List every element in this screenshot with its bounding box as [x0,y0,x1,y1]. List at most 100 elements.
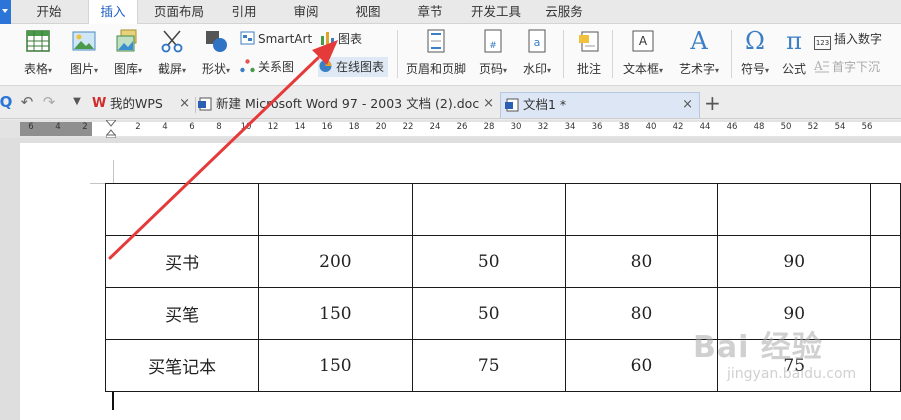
table-cell[interactable] [564,183,719,236]
close-icon[interactable]: × [483,92,494,116]
close-icon[interactable]: × [682,93,693,117]
drop-cap-button[interactable]: A 首字下沉 [814,57,880,77]
wordart-button[interactable]: A 艺术字▾ [672,24,726,86]
shape-button[interactable]: 形状▾ [194,24,238,86]
ruler-tick: 20 [375,122,387,132]
header-footer-button[interactable]: 页眉和页脚 [404,24,468,86]
menu-tab-developer[interactable]: 开发工具 [466,0,526,24]
new-tab-button[interactable]: + [704,91,721,115]
picture-icon [72,31,96,51]
ribbon-separator [563,30,564,78]
gallery-icon [116,29,137,52]
table-cell[interactable]: 150 [258,339,413,392]
menu-tab-view[interactable]: 视图 [346,0,390,24]
svg-text:#: # [489,41,497,51]
chart-button[interactable]: 图表 [320,29,362,49]
table-cell[interactable]: 50 [411,235,566,288]
pi-icon: π [786,27,802,55]
table-cell[interactable] [870,235,901,288]
redo-icon[interactable]: ↷ [40,93,58,111]
ruler-tick: 4 [162,122,168,132]
online-chart-button[interactable]: 在线图表 [318,57,389,77]
menu-tab-section[interactable]: 章节 [408,0,452,24]
indent-marker[interactable] [106,120,116,138]
table-button[interactable]: 表格▾ [16,24,60,86]
margin-guide [113,160,114,184]
ruler-tick: 28 [483,122,495,132]
menu-tab-review[interactable]: 审阅 [284,0,328,24]
table-row: 买书 200 50 80 90 [104,235,901,288]
magnifier-icon[interactable]: Q [0,93,15,111]
table-icon [26,30,50,52]
picture-button[interactable]: 图片▾ [64,24,104,86]
table-cell[interactable]: 买书 [104,235,260,288]
tab-doc-2003[interactable]: 新建 Microsoft Word 97 - 2003 文档 (2).doc × [194,92,500,118]
app-menu-button[interactable] [0,0,11,24]
table-cell[interactable]: 50 [411,287,566,340]
comment-icon [579,31,599,52]
word-doc-icon [198,97,212,111]
tab-document1[interactable]: 文档1 * × [500,92,700,118]
smartart-icon [240,31,255,45]
table-cell[interactable] [411,183,566,236]
online-chart-icon [319,60,332,72]
quick-access-menu-icon[interactable]: ▼ [68,93,86,111]
table-cell[interactable]: 75 [411,339,566,392]
ribbon-separator [612,30,613,78]
table-cell[interactable] [104,183,260,236]
ruler-tick: 46 [726,122,738,132]
ruler-tick: 2 [82,122,88,132]
watermark-icon: a [528,29,546,53]
bar-chart-icon [321,32,334,45]
tab-title: 新建 Microsoft Word 97 - 2003 文档 (2).doc [216,96,480,111]
undo-icon[interactable]: ↶ [18,93,36,111]
formula-button[interactable]: π 公式 [777,24,811,86]
drop-cap-icon: A [814,59,829,73]
table-cell[interactable]: 200 [258,235,413,288]
comment-button[interactable]: 批注 [570,24,608,86]
table-cell[interactable]: 90 [717,235,872,288]
ruler-tick: 40 [645,122,657,132]
ribbon-separator [397,30,398,78]
watermark-button[interactable]: a 水印▾ [516,24,558,86]
table-cell[interactable] [717,183,872,236]
table-cell[interactable] [258,183,413,236]
relation-chart-button[interactable]: 关系图 [240,57,294,77]
textbox-button[interactable]: A 文本框▾ [618,24,668,86]
menu-tab-home[interactable]: 开始 [24,0,74,24]
smartart-button[interactable]: SmartArt [240,29,312,49]
horizontal-ruler[interactable]: 6 4 2 2 4 6 8 10 12 14 16 18 20 22 24 26 28 30 32 34 36 38… [0,120,901,138]
svg-text:a: a [534,36,541,49]
ruler-tick: 14 [294,122,306,132]
ruler-tick: 10 [240,122,252,132]
table-cell[interactable] [870,183,901,236]
table-cell[interactable]: 150 [258,287,413,340]
menu-tab-references[interactable]: 引用 [222,0,266,24]
ruler-tick: 4 [55,122,61,132]
svg-text:A: A [639,34,648,48]
ruler-tick: 2 [135,122,141,132]
ruler-tick: 48 [753,122,765,132]
word-doc-icon [505,98,519,112]
table-cell[interactable]: 买笔 [104,287,260,340]
ruler-tick: 32 [537,122,549,132]
ruler-tick: 50 [780,122,792,132]
menu-tab-page-layout[interactable]: 页面布局 [148,0,210,24]
table-cell[interactable]: 买笔记本 [104,339,260,392]
insert-ribbon: 表格▾ 图片▾ 图库▾ 截屏▾ 形状▾ SmartArt 关系图 图表 在线图表… [0,24,901,86]
ruler-tick: 8 [216,122,222,132]
svg-text:A: A [814,59,823,73]
close-icon[interactable]: × [179,92,190,116]
page-number-button[interactable]: # 页码▾ [472,24,514,86]
screenshot-button[interactable]: 截屏▾ [150,24,194,86]
gallery-button[interactable]: 图库▾ [106,24,150,86]
symbol-button[interactable]: Ω 符号▾ [735,24,775,86]
insert-number-button[interactable]: 123 插入数字 [814,29,882,50]
ruler-tick: 36 [591,122,603,132]
ruler-tick: 18 [348,122,360,132]
menu-tab-cloud[interactable]: 云服务 [536,0,592,24]
table-cell[interactable]: 80 [564,235,719,288]
menu-tab-insert[interactable]: 插入 [88,0,138,25]
tab-title: 我的WPS [110,96,163,111]
tab-my-wps[interactable]: W 我的WPS × [88,92,196,118]
